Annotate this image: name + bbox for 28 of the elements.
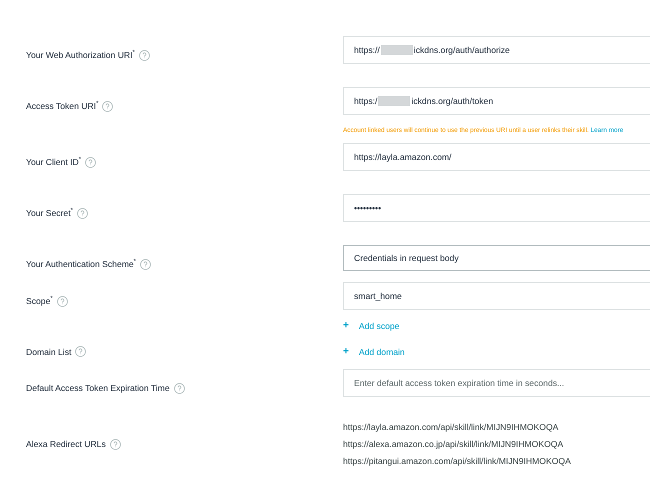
help-icon[interactable] (138, 50, 150, 61)
input-field[interactable]: smart_home (343, 282, 650, 310)
field-label: Alexa Redirect URLs (26, 439, 106, 449)
redirect-url: https://pitangui.amazon.com/api/skill/link/MIJN9IHMOKOQA (343, 456, 572, 466)
field-label: Scope$^{*}$ (26, 296, 53, 306)
field-label: Access Token URI$^{*}$ (26, 101, 98, 111)
help-icon[interactable] (75, 346, 86, 357)
redirect-url: https://layla.amazon.com/api/skill/link/MIJN9IHMOKOQA (343, 422, 560, 432)
help-icon[interactable] (110, 438, 121, 450)
help-icon[interactable] (140, 259, 151, 270)
input-field[interactable]: Enter default access token expiration time in seconds... (343, 369, 650, 397)
input-field[interactable]: https://layla.amazon.com/ (343, 143, 650, 171)
help-icon[interactable] (85, 157, 96, 168)
input-field[interactable]: https:// ickdns.org/auth/authorize (343, 36, 650, 64)
field-label: Your Web Authorization URI$^{*}$ (26, 50, 135, 60)
field-label: Your Client ID$^{*}$ (26, 157, 82, 167)
input-field[interactable]: https:/ ickdns.org/auth/token (343, 87, 650, 115)
redirect-url: https://alexa.amazon.co.jp/api/skill/link/MIJN9IHMOKOQA (343, 439, 564, 449)
help-icon[interactable] (56, 296, 68, 307)
field-label: Your Authentication Scheme$^{*}$ (26, 259, 136, 269)
field-label: Default Access Token Expiration Time (26, 383, 170, 393)
help-icon[interactable] (174, 383, 185, 394)
input-field[interactable]: ••••••••• (343, 194, 650, 222)
help-icon[interactable] (76, 208, 88, 219)
field-label: Domain List (26, 346, 72, 356)
help-icon[interactable] (102, 101, 114, 112)
select-field[interactable]: Credentials in request body (343, 245, 650, 271)
field-label: Your Secret$^{*}$ (26, 208, 73, 218)
